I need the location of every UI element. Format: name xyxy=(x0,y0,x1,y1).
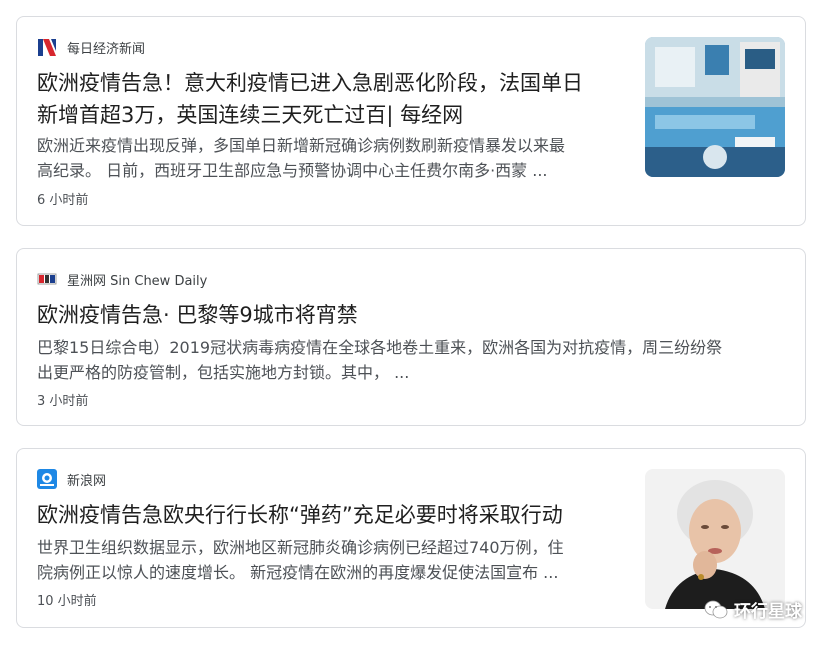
snippet-line: 欧洲近来疫情出现反弹，多国单日新增新冠确诊病例数刷新疫情暴发以来最 xyxy=(37,136,566,155)
sina-logo-icon xyxy=(37,469,57,489)
result-title[interactable]: 欧洲疫情告急！意大利疫情已进入急剧恶化阶段，法国单日 新增首超3万，英国连续三天… xyxy=(37,67,583,131)
hospital-icu-thumbnail[interactable] xyxy=(645,37,785,177)
news-source[interactable]: 每日经济新闻 xyxy=(37,37,145,57)
result-snippet: 巴黎15日综合电）2019冠状病毒病疫情在全球各地卷土重来，欧洲各国为对抗疫情，… xyxy=(37,335,722,385)
sinchew-logo-icon xyxy=(37,273,57,285)
news-result-card[interactable]: 每日经济新闻 欧洲疫情告急！意大利疫情已进入急剧恶化阶段，法国单日 新增首超3万… xyxy=(16,16,806,226)
title-line[interactable]: 欧洲疫情告急！意大利疫情已进入急剧恶化阶段，法国单日 xyxy=(37,67,583,99)
title-line[interactable]: 新增首超3万，英国连续三天死亡过百| 每经网 xyxy=(37,99,583,131)
source-name: 每日经济新闻 xyxy=(67,41,146,57)
result-timestamp: 6 小时前 xyxy=(37,193,89,208)
snippet-line: 高纪录。 日前，西班牙卫生部应急与预警协调中心主任费尔南多·西蒙 ... xyxy=(37,161,548,180)
news-result-card[interactable]: 新浪网 欧洲疫情告急欧央行行长称“弹药”充足必要时将采取行动 世界卫生组织数据显… xyxy=(16,448,806,628)
watermark: 环行星球 xyxy=(704,597,802,622)
hospital-icu-photo xyxy=(645,37,785,177)
lagarde-portrait-thumbnail[interactable] xyxy=(645,469,785,609)
result-title[interactable]: 欧洲疫情告急欧央行行长称“弹药”充足必要时将采取行动 xyxy=(37,499,563,531)
nbd-logo-icon xyxy=(37,37,57,57)
watermark-text: 环行星球 xyxy=(734,602,802,622)
result-timestamp: 3 小时前 xyxy=(37,394,89,409)
result-timestamp: 10 小时前 xyxy=(37,594,97,609)
title-line[interactable]: 欧洲疫情告急欧央行行长称“弹药”充足必要时将采取行动 xyxy=(37,499,563,531)
source-name: 星洲网 Sin Chew Daily xyxy=(67,273,208,289)
wechat-icon xyxy=(704,600,728,618)
result-snippet: 世界卫生组织数据显示，欧洲地区新冠肺炎确诊病例已经超过740万例，住 院病例正以… xyxy=(37,535,564,585)
news-source[interactable]: 新浪网 xyxy=(37,469,106,489)
title-line[interactable]: 欧洲疫情告急· 巴黎等9城市将宵禁 xyxy=(37,299,358,331)
result-title[interactable]: 欧洲疫情告急· 巴黎等9城市将宵禁 xyxy=(37,299,358,331)
lagarde-portrait-photo xyxy=(645,469,785,609)
snippet-line: 世界卫生组织数据显示，欧洲地区新冠肺炎确诊病例已经超过740万例，住 xyxy=(37,538,564,557)
source-name: 新浪网 xyxy=(67,473,107,489)
news-result-card[interactable]: 星洲网 Sin Chew Daily 欧洲疫情告急· 巴黎等9城市将宵禁 巴黎1… xyxy=(16,248,806,426)
result-snippet: 欧洲近来疫情出现反弹，多国单日新增新冠确诊病例数刷新疫情暴发以来最 高纪录。 日… xyxy=(37,133,565,183)
snippet-line: 巴黎15日综合电）2019冠状病毒病疫情在全球各地卷土重来，欧洲各国为对抗疫情，… xyxy=(37,338,723,357)
snippet-line: 院病例正以惊人的速度增长。 新冠疫情在欧洲的再度爆发促使法国宣布 ... xyxy=(37,563,559,582)
snippet-line: 出更严格的防疫管制，包括实施地方封锁。其中， ... xyxy=(37,363,410,382)
news-source[interactable]: 星洲网 Sin Chew Daily xyxy=(37,269,207,289)
